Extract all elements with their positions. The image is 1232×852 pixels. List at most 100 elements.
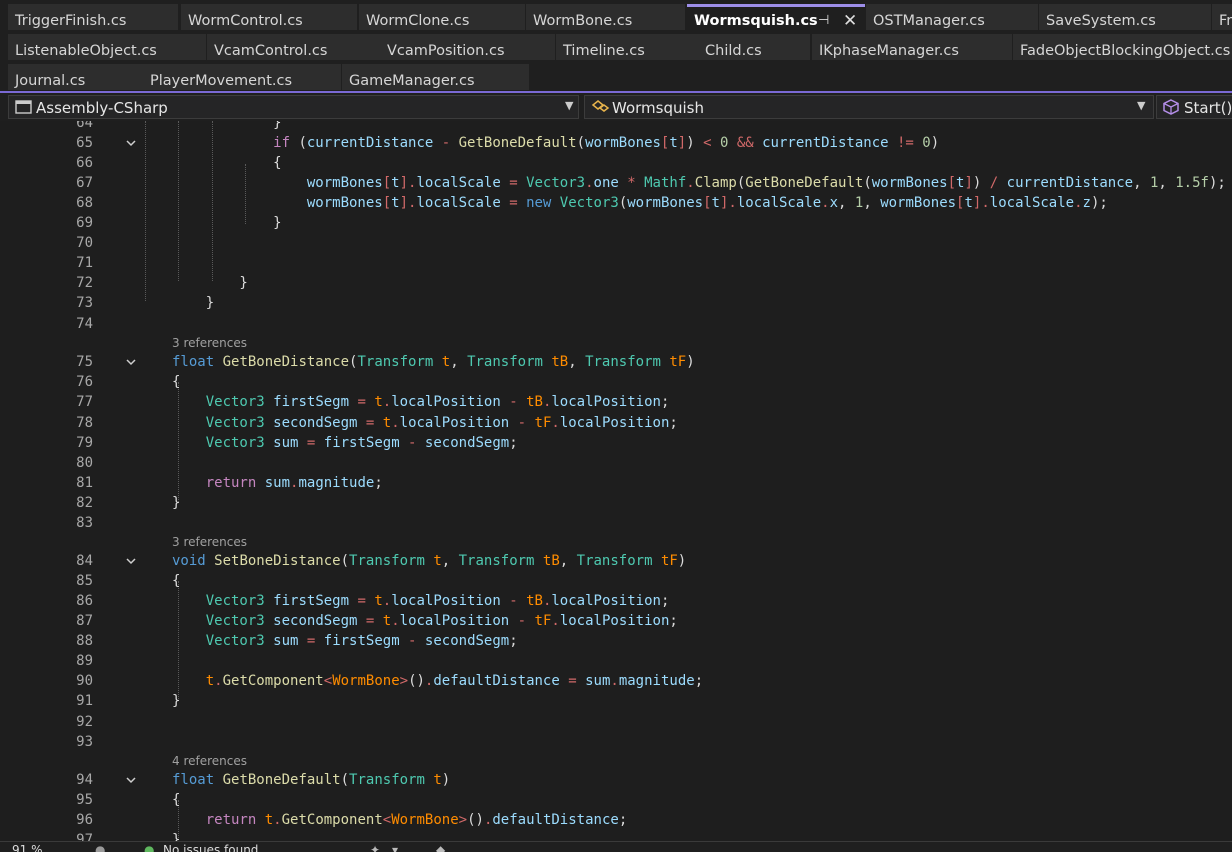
tab-vcamcontrol[interactable]: VcamControl.cs	[207, 34, 382, 60]
tab-timeline[interactable]: Timeline.cs	[556, 34, 698, 60]
code-line: 86 Vector3 firstSegm = t.localPosition -…	[0, 591, 1232, 611]
code-token: =	[298, 435, 324, 451]
references-count[interactable]: 4 references	[172, 751, 247, 771]
code-token: sum	[264, 475, 291, 491]
code-token: .	[981, 195, 990, 211]
code-token: wormBones	[871, 175, 948, 191]
code-token: }	[172, 495, 181, 511]
tab-triggerfinish[interactable]: TriggerFinish.cs	[8, 4, 178, 30]
fold-chevron-icon[interactable]	[125, 555, 137, 567]
code-text[interactable]: Vector3 sum = firstSegm - secondSegm;	[172, 631, 518, 651]
code-token: tF	[534, 613, 552, 629]
code-text[interactable]: }	[172, 830, 180, 841]
tab-wormsquish[interactable]: Wormsquish.cs ⊣ ✕	[687, 4, 865, 30]
code-text[interactable]: {	[172, 571, 180, 591]
codelens-references[interactable]: 3 references	[0, 333, 1232, 353]
tab-listenableobject[interactable]: ListenableObject.cs	[8, 34, 206, 60]
code-text[interactable]: }	[172, 293, 214, 313]
code-token: ,	[1158, 175, 1176, 191]
fold-chevron-icon[interactable]	[125, 137, 137, 149]
code-text[interactable]: Vector3 firstSegm = t.localPosition - tB…	[172, 591, 670, 611]
code-text[interactable]: Vector3 secondSegm = t.localPosition - t…	[172, 413, 678, 433]
project-dropdown[interactable]: Assembly-CSharp ▼	[8, 95, 579, 119]
tab-label: GameManager.cs	[349, 73, 475, 89]
tab-gamemanager[interactable]: GameManager.cs	[342, 64, 529, 90]
tab-ostmanager[interactable]: OSTManager.cs	[866, 4, 1038, 30]
code-token: localPosition	[391, 394, 501, 410]
codelens-references[interactable]: 4 references	[0, 751, 1232, 771]
code-token: GetBoneDefault	[222, 772, 341, 788]
code-token: GetComponent	[222, 673, 324, 689]
tab-playermovement[interactable]: PlayerMovement.cs	[143, 64, 341, 90]
pin-icon[interactable]: ⊣	[818, 13, 829, 28]
code-line: 67 wormBones[t].localScale = Vector3.one…	[0, 173, 1232, 193]
code-token: =	[357, 415, 383, 431]
code-text[interactable]: wormBones[t].localScale = Vector3.one * …	[172, 173, 1226, 193]
fold-chevron-icon[interactable]	[125, 774, 137, 786]
code-token: currentDistance	[306, 135, 434, 151]
code-token: ()	[467, 812, 484, 828]
code-text[interactable]: t.GetComponent<WormBone>().defaultDistan…	[172, 671, 703, 691]
tab-wormbone[interactable]: WormBone.cs	[526, 4, 685, 30]
tab-wormcontrol[interactable]: WormControl.cs	[181, 4, 357, 30]
code-text[interactable]: }	[172, 493, 180, 513]
code-text[interactable]: Vector3 sum = firstSegm - secondSegm;	[172, 433, 518, 453]
references-count[interactable]: 3 references	[172, 532, 247, 552]
code-text[interactable]: }	[172, 273, 247, 293]
tab-child[interactable]: Child.cs	[698, 34, 810, 60]
code-token: firstSegm	[273, 593, 350, 609]
code-text[interactable]: {	[172, 153, 281, 173]
code-text[interactable]: {	[172, 790, 180, 810]
code-token: =	[357, 613, 383, 629]
tab-ikphasemanager[interactable]: IKphaseManager.cs	[812, 34, 1012, 60]
code-editor[interactable]: 64 } 65 if (currentDistance - GetBoneDefa…	[0, 121, 1232, 841]
tab-fre[interactable]: Fre	[1212, 4, 1232, 30]
tab-savesystem[interactable]: SaveSystem.cs	[1039, 4, 1211, 30]
code-token: {	[172, 573, 181, 589]
code-token: wormBones	[627, 195, 704, 211]
tab-vcamposition[interactable]: VcamPosition.cs	[380, 34, 555, 60]
code-text[interactable]: return sum.magnitude;	[172, 473, 383, 493]
code-text[interactable]: Vector3 secondSegm = t.localPosition - t…	[172, 611, 678, 631]
code-token: defaultDistance	[492, 812, 619, 828]
code-text[interactable]: wormBones[t].localScale = new Vector3(wo…	[172, 193, 1108, 213]
member-dropdown[interactable]: Start()	[1156, 95, 1232, 119]
tab-journal[interactable]: Journal.cs	[8, 64, 143, 90]
code-token: Transform	[349, 553, 425, 569]
code-text[interactable]: return t.GetComponent<WormBone>().defaul…	[172, 810, 628, 830]
code-text[interactable]: if (currentDistance - GetBoneDefault(wor…	[172, 133, 939, 153]
class-dropdown[interactable]: Wormsquish ▼	[584, 95, 1154, 119]
line-number: 96	[76, 812, 93, 828]
code-text[interactable]: }	[172, 121, 281, 133]
code-token: wormBones	[880, 195, 957, 211]
code-token: tB	[526, 394, 543, 410]
fold-chevron-icon[interactable]	[125, 356, 137, 368]
code-line: 88 Vector3 sum = firstSegm - secondSegm;	[0, 631, 1232, 651]
code-token: ;	[618, 812, 628, 828]
references-count[interactable]: 3 references	[172, 333, 247, 353]
code-text[interactable]: Vector3 firstSegm = t.localPosition - tB…	[172, 392, 670, 412]
code-text[interactable]: }	[172, 691, 180, 711]
line-number: 93	[76, 734, 93, 750]
code-text[interactable]: {	[172, 372, 180, 392]
tab-wormclone[interactable]: WormClone.cs	[359, 4, 525, 30]
code-token: t	[964, 195, 973, 211]
tab-fadeobjectblockingobject[interactable]: FadeObjectBlockingObject.cs	[1013, 34, 1232, 60]
code-text[interactable]: }	[172, 213, 281, 233]
code-text[interactable]: void SetBoneDistance(Transform t, Transf…	[172, 551, 686, 571]
code-text[interactable]: float GetBoneDistance(Transform t, Trans…	[172, 352, 695, 372]
tab-label: IKphaseManager.cs	[819, 43, 959, 59]
tab-label: ListenableObject.cs	[15, 43, 157, 59]
code-token: ;	[660, 394, 670, 410]
code-text[interactable]: float GetBoneDefault(Transform t)	[172, 770, 450, 790]
close-icon[interactable]: ✕	[843, 11, 857, 30]
code-line: 65 if (currentDistance - GetBoneDefault(…	[0, 133, 1232, 153]
code-token: secondSegm	[273, 613, 358, 629]
codelens-references[interactable]: 3 references	[0, 532, 1232, 552]
